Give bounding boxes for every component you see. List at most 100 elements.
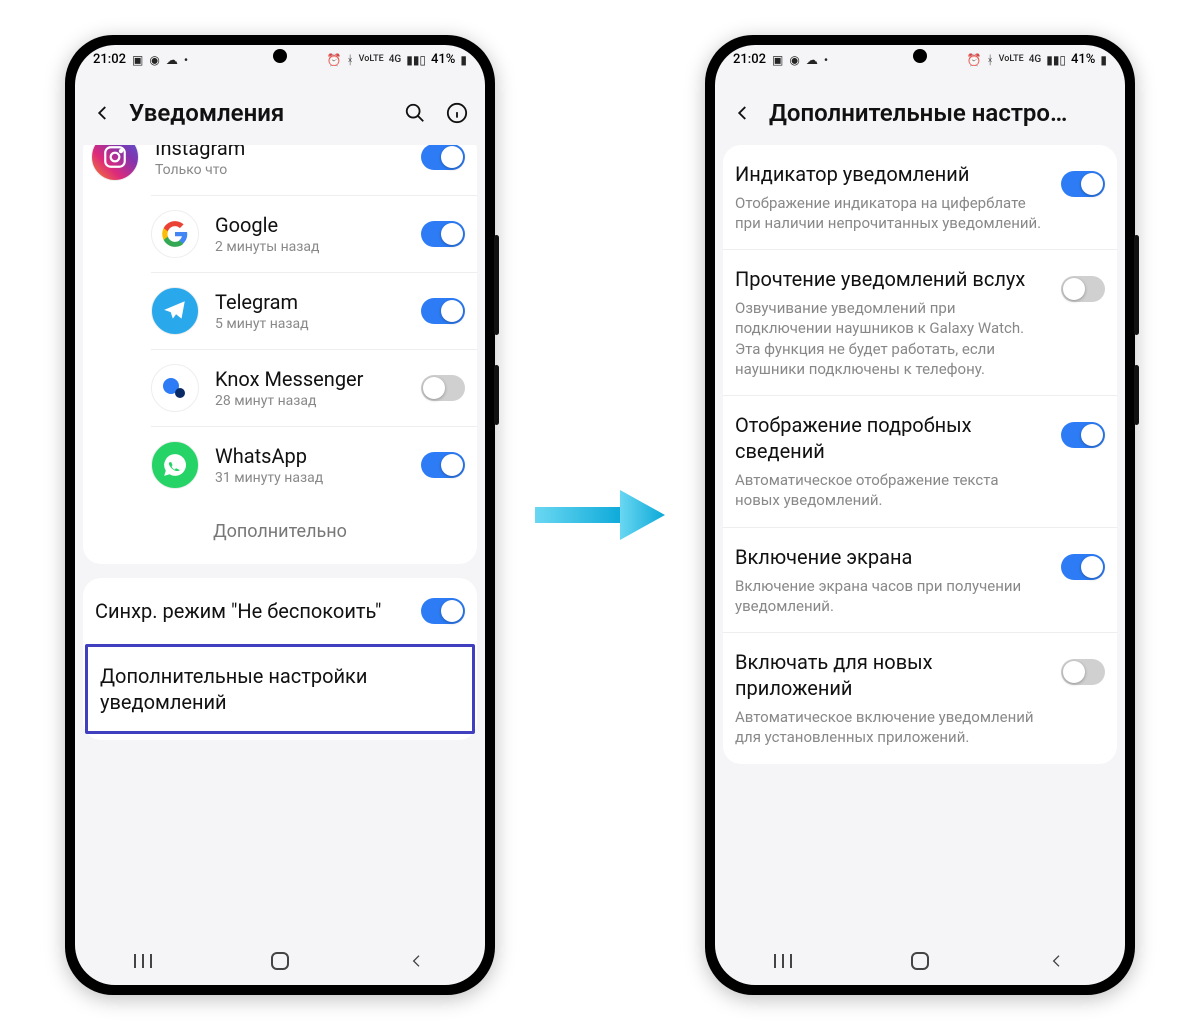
bluetooth-icon: ᚼ — [346, 53, 353, 67]
telegram-icon — [151, 287, 199, 335]
battery-icon: ▮ — [1100, 53, 1107, 67]
app-subtitle: 2 минуты назад — [215, 239, 421, 255]
transition-arrow-icon — [535, 485, 665, 545]
app-subtitle: 31 минуту назад — [215, 470, 421, 486]
setting-row[interactable]: Включать для новых приложений Автоматичес… — [723, 632, 1117, 764]
app-toggle[interactable] — [421, 375, 465, 401]
header: Уведомления — [75, 75, 485, 145]
header: Дополнительные настро… — [715, 75, 1125, 145]
nav-bar — [715, 937, 1125, 985]
app-row-google[interactable]: Google 2 минуты назад — [151, 195, 477, 272]
setting-row[interactable]: Отображение подробных сведений Автоматиче… — [723, 395, 1117, 527]
app-row-telegram[interactable]: Telegram 5 минут назад — [151, 272, 477, 349]
page-title: Дополнительные настро… — [769, 99, 1109, 127]
sync-dnd-toggle[interactable] — [421, 598, 465, 624]
app-name: Telegram — [215, 290, 421, 314]
app-row-knox[interactable]: Knox Messenger28 минут назад — [151, 349, 477, 426]
setting-desc: Автоматическое включение уведомлений для… — [735, 707, 1047, 748]
setting-toggle[interactable] — [1061, 276, 1105, 302]
recents-button[interactable] — [770, 948, 796, 974]
battery-text: 41% — [1071, 52, 1095, 67]
power-button — [1134, 365, 1139, 425]
app-toggle[interactable] — [421, 452, 465, 478]
network-4g-icon: 4G — [1029, 54, 1042, 65]
content-area: InstagramТолько что Google 2 минуты назад T… — [75, 145, 485, 937]
setting-row[interactable]: Прочтение уведомлений вслух Озвучивание у… — [723, 249, 1117, 395]
knox-icon — [151, 364, 199, 412]
extra-settings-label: Дополнительные настройки уведомлений — [100, 663, 460, 715]
extra-settings-highlight: Дополнительные настройки уведомлений — [85, 644, 475, 734]
home-button[interactable] — [267, 948, 293, 974]
gallery-icon: ▣ — [132, 53, 143, 67]
setting-title: Отображение подробных сведений — [735, 412, 1047, 464]
more-button[interactable]: Дополнительно — [83, 503, 477, 564]
battery-text: 41% — [431, 52, 455, 67]
phone-left: 21:02 ▣ ◉ ☁ • ⏰ ᚼ VoLTE 4G ▮▮▯ 41% ▮ — [65, 35, 495, 995]
camera-icon: ◉ — [149, 53, 159, 67]
setting-title: Индикатор уведомлений — [735, 161, 1047, 187]
app-name: WhatsApp — [215, 444, 421, 468]
bluetooth-icon: ᚼ — [986, 53, 993, 67]
setting-title: Включать для новых приложений — [735, 649, 1047, 701]
setting-desc: Озвучивание уведомлений при подключении … — [735, 298, 1047, 379]
front-camera — [913, 49, 927, 63]
setting-title: Прочтение уведомлений вслух — [735, 266, 1047, 292]
alarm-icon: ⏰ — [327, 53, 342, 67]
setting-toggle[interactable] — [1061, 554, 1105, 580]
app-toggle[interactable] — [421, 145, 465, 170]
signal-icon: ▮▮▯ — [406, 53, 426, 67]
setting-desc: Включение экрана часов при получении уве… — [735, 576, 1047, 617]
setting-toggle[interactable] — [1061, 171, 1105, 197]
home-button[interactable] — [907, 948, 933, 974]
app-row-instagram[interactable]: InstagramТолько что — [83, 145, 477, 195]
dot-icon: • — [824, 53, 828, 67]
app-name: Google — [215, 213, 421, 237]
volte-icon: VoLTE — [999, 55, 1024, 64]
setting-title: Включение экрана — [735, 544, 1047, 570]
info-icon[interactable] — [445, 101, 469, 125]
back-button[interactable] — [731, 101, 755, 125]
app-list-card: InstagramТолько что Google 2 минуты назад T… — [83, 145, 477, 564]
cloud-icon: ☁ — [806, 53, 818, 67]
search-icon[interactable] — [403, 101, 427, 125]
google-icon — [151, 210, 199, 258]
app-name: Knox Messenger — [215, 367, 421, 391]
front-camera — [273, 49, 287, 63]
instagram-icon — [91, 145, 139, 181]
settings-card: Синхр. режим "Не беспокоить" Дополнитель… — [83, 578, 477, 740]
setting-row[interactable]: Включение экрана Включение экрана часов п… — [723, 527, 1117, 633]
back-button[interactable] — [91, 101, 115, 125]
sync-dnd-label: Синхр. режим "Не беспокоить" — [95, 598, 407, 624]
status-time: 21:02 — [93, 52, 126, 67]
phone-right: 21:02 ▣ ◉ ☁ • ⏰ ᚼ VoLTE 4G ▮▮▯ 41% ▮ — [705, 35, 1135, 995]
cloud-icon: ☁ — [166, 53, 178, 67]
sync-dnd-row[interactable]: Синхр. режим "Не беспокоить" — [83, 582, 477, 640]
setting-toggle[interactable] — [1061, 659, 1105, 685]
recents-button[interactable] — [130, 948, 156, 974]
gallery-icon: ▣ — [772, 53, 783, 67]
setting-desc: Отображение индикатора на циферблате при… — [735, 193, 1047, 234]
camera-icon: ◉ — [789, 53, 799, 67]
volume-button — [1134, 235, 1139, 335]
alarm-icon: ⏰ — [967, 53, 982, 67]
app-subtitle: 5 минут назад — [215, 316, 421, 332]
dot-icon: • — [184, 53, 188, 67]
extra-settings-row[interactable]: Дополнительные настройки уведомлений — [88, 647, 472, 731]
whatsapp-icon — [151, 441, 199, 489]
volume-button — [494, 235, 499, 335]
network-4g-icon: 4G — [389, 54, 402, 65]
setting-row[interactable]: Индикатор уведомлений Отображение индикат… — [723, 145, 1117, 250]
app-toggle[interactable] — [421, 298, 465, 324]
app-subtitle: Только что — [155, 162, 421, 178]
app-row-whatsapp[interactable]: WhatsApp 31 минуту назад — [151, 426, 477, 503]
setting-toggle[interactable] — [1061, 422, 1105, 448]
nav-back-button[interactable] — [404, 948, 430, 974]
power-button — [494, 365, 499, 425]
nav-back-button[interactable] — [1044, 948, 1070, 974]
settings-list-card: Индикатор уведомлений Отображение индикат… — [723, 145, 1117, 764]
nav-bar — [75, 937, 485, 985]
app-toggle[interactable] — [421, 221, 465, 247]
page-title: Уведомления — [129, 99, 389, 127]
signal-icon: ▮▮▯ — [1046, 53, 1066, 67]
setting-desc: Автоматическое отображение текста новых … — [735, 470, 1047, 511]
